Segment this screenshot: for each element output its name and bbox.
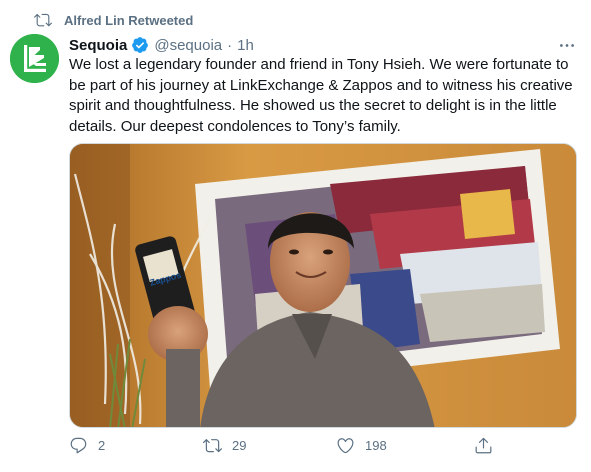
separator-dot: · bbox=[227, 36, 233, 54]
reply-button[interactable]: 2 bbox=[69, 436, 105, 455]
share-button[interactable] bbox=[474, 436, 493, 455]
reply-icon bbox=[69, 436, 88, 455]
tweet-header: Sequoia @sequoia · 1h bbox=[69, 34, 577, 56]
reply-count: 2 bbox=[98, 438, 106, 453]
photo-illustration: Zappos bbox=[70, 144, 576, 427]
sequoia-logo-icon bbox=[10, 34, 59, 83]
verified-badge-icon bbox=[131, 36, 149, 54]
retweet-icon bbox=[203, 436, 222, 455]
tweet-body-text: We lost a legendary founder and friend i… bbox=[69, 56, 573, 135]
tweet-photo[interactable]: Zappos bbox=[69, 143, 577, 428]
heart-icon bbox=[336, 436, 355, 455]
retweet-count: 29 bbox=[232, 438, 247, 453]
like-count: 198 bbox=[365, 438, 387, 453]
retweet-icon bbox=[34, 11, 52, 29]
author-name[interactable]: Sequoia bbox=[69, 37, 127, 54]
tweet-timestamp[interactable]: 1h bbox=[237, 37, 254, 54]
share-icon bbox=[474, 436, 493, 455]
retweet-banner-text[interactable]: Alfred Lin Retweeted bbox=[64, 13, 193, 28]
author-handle[interactable]: @sequoia bbox=[154, 37, 222, 54]
like-button[interactable]: 198 bbox=[336, 436, 387, 455]
more-options-icon[interactable] bbox=[557, 35, 577, 55]
retweet-button[interactable]: 29 bbox=[203, 436, 246, 455]
retweet-banner[interactable]: Alfred Lin Retweeted bbox=[34, 10, 193, 30]
tweet-action-bar: 2 29 198 bbox=[69, 436, 492, 462]
avatar[interactable] bbox=[10, 34, 59, 83]
